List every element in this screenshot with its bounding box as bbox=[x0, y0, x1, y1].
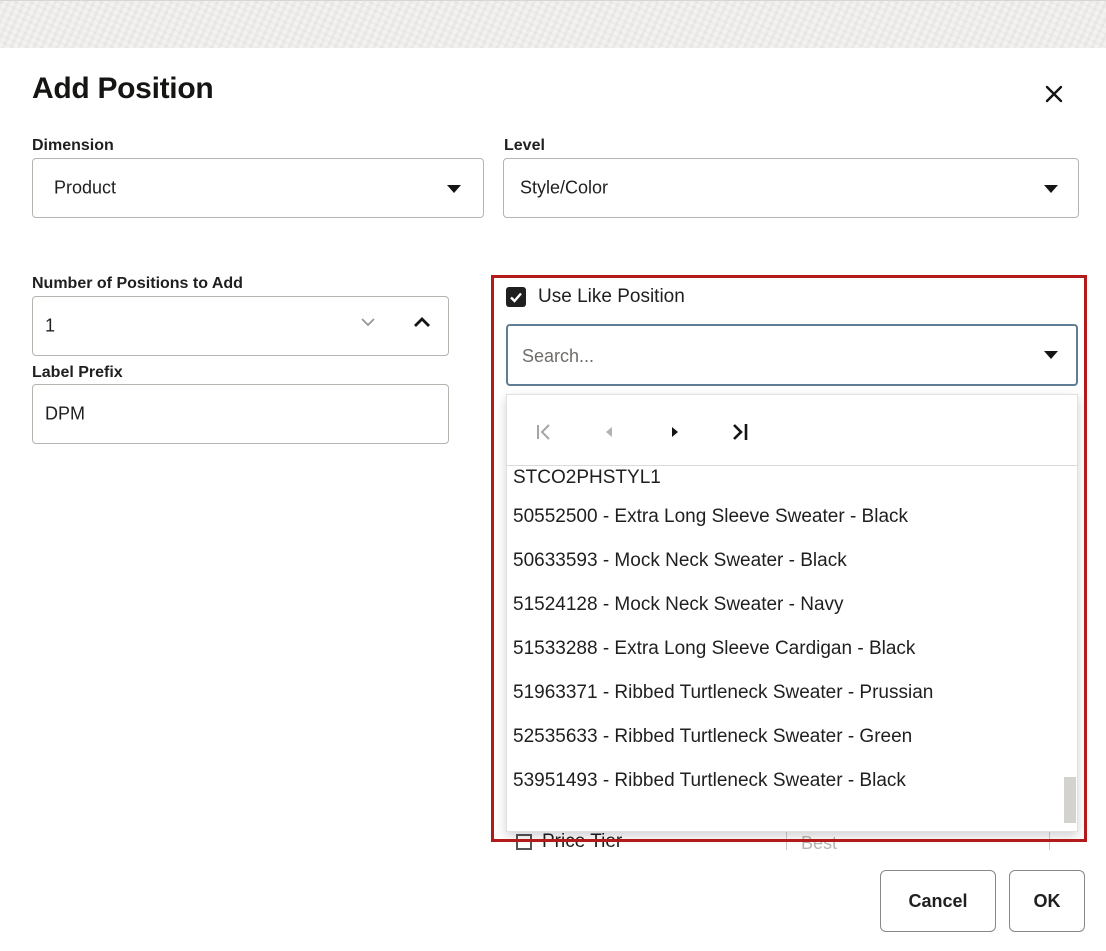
chevron-down-icon bbox=[1044, 185, 1058, 193]
increment-chevron-icon[interactable] bbox=[411, 311, 433, 333]
first-page-icon[interactable] bbox=[535, 421, 551, 443]
positions-count-value: 1 bbox=[45, 315, 56, 336]
decrement-chevron-icon[interactable] bbox=[357, 311, 379, 333]
checkmark-icon bbox=[510, 292, 522, 303]
ok-button[interactable]: OK bbox=[1009, 870, 1085, 932]
price-tier-label: Price Tier bbox=[542, 831, 623, 850]
like-position-dropdown: STCO2PHSTYL1 50552500 - Extra Long Sleev… bbox=[506, 394, 1078, 832]
label-prefix-value: DPM bbox=[45, 403, 85, 424]
list-item[interactable]: 51524128 - Mock Neck Sweater - Navy bbox=[507, 583, 1077, 627]
dimension-label: Dimension bbox=[32, 137, 114, 154]
use-like-position-label: Use Like Position bbox=[538, 286, 685, 307]
previous-page-icon[interactable] bbox=[603, 421, 615, 443]
options-list: STCO2PHSTYL1 50552500 - Extra Long Sleev… bbox=[507, 465, 1077, 803]
list-item[interactable]: 53951493 - Ribbed Turtleneck Sweater - B… bbox=[507, 759, 1077, 803]
last-page-icon[interactable] bbox=[731, 421, 751, 443]
positions-count-stepper[interactable]: 1 bbox=[32, 296, 449, 356]
chevron-down-icon[interactable] bbox=[1044, 351, 1058, 359]
search-input[interactable] bbox=[520, 340, 1004, 372]
positions-count-label: Number of Positions to Add bbox=[32, 275, 243, 292]
chevron-down-icon bbox=[447, 185, 461, 193]
use-like-position-checkbox[interactable] bbox=[506, 287, 526, 307]
level-label: Level bbox=[504, 137, 545, 154]
pagination-bar bbox=[507, 395, 1077, 466]
list-item[interactable]: 50633593 - Mock Neck Sweater - Black bbox=[507, 539, 1077, 583]
like-position-search[interactable] bbox=[506, 324, 1078, 386]
dimension-value: Product bbox=[54, 177, 117, 198]
list-item[interactable]: 52535633 - Ribbed Turtleneck Sweater - G… bbox=[507, 715, 1077, 759]
scrollbar-thumb[interactable] bbox=[1064, 777, 1076, 823]
label-prefix-label: Label Prefix bbox=[32, 364, 123, 381]
close-button[interactable] bbox=[1036, 76, 1072, 112]
level-select[interactable]: Style/Color bbox=[503, 158, 1079, 218]
cancel-button[interactable]: Cancel bbox=[880, 870, 996, 932]
list-item[interactable]: 50552500 - Extra Long Sleeve Sweater - B… bbox=[507, 495, 1077, 539]
level-value: Style/Color bbox=[520, 177, 609, 198]
close-icon bbox=[1045, 85, 1063, 103]
label-prefix-input[interactable]: DPM bbox=[32, 384, 449, 444]
list-item[interactable]: STCO2PHSTYL1 bbox=[507, 465, 1077, 495]
dimension-select[interactable]: Product bbox=[32, 158, 484, 218]
next-page-icon[interactable] bbox=[669, 421, 681, 443]
list-item[interactable]: 51963371 - Ribbed Turtleneck Sweater - P… bbox=[507, 671, 1077, 715]
dialog-title: Add Position bbox=[32, 72, 214, 105]
price-tier-checkbox[interactable] bbox=[516, 834, 532, 850]
list-item[interactable]: 51533288 - Extra Long Sleeve Cardigan - … bbox=[507, 627, 1077, 671]
price-tier-value: Best bbox=[801, 833, 838, 850]
background-header-strip bbox=[0, 0, 1106, 49]
